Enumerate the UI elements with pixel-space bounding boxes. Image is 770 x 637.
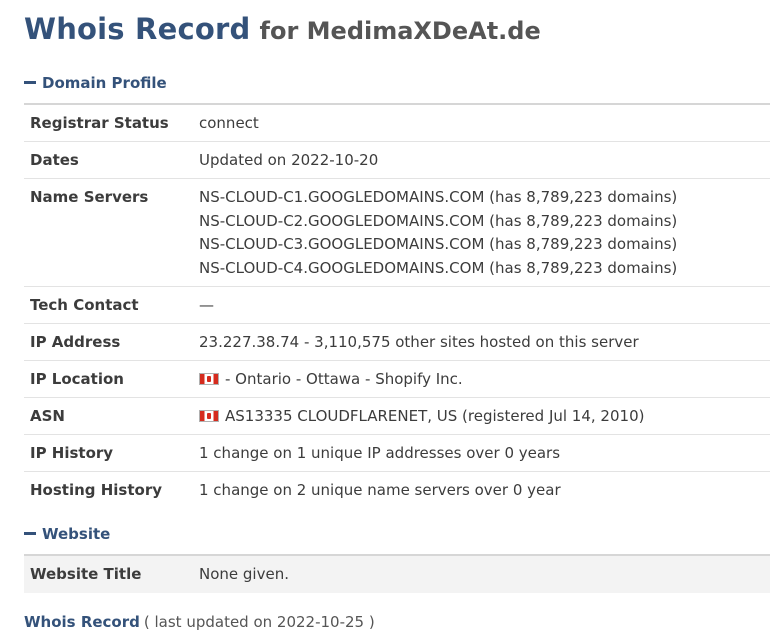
- row-label: Registrar Status: [30, 114, 169, 132]
- name-server-item: NS-CLOUD-C2.GOOGLEDOMAINS.COM (has 8,789…: [199, 211, 678, 230]
- last-updated-note: ( last updated on 2022-10-25 ): [143, 613, 375, 631]
- ip-address-value: 23.227.38.74 - 3,110,575 other sites hos…: [199, 333, 639, 351]
- ip-location-text: - Ontario - Ottawa - Shopify Inc.: [225, 370, 463, 388]
- row-ip-address: IP Address 23.227.38.74 - 3,110,575 othe…: [24, 324, 770, 361]
- ip-history-value: 1 change on 1 unique IP addresses over 0…: [199, 444, 561, 462]
- row-label: IP History: [30, 444, 114, 462]
- hosting-history-value: 1 change on 2 unique name servers over 0…: [199, 481, 561, 499]
- row-label: IP Address: [30, 333, 121, 351]
- page-title-domain: for MedimaXDeAt.de: [259, 17, 541, 45]
- page-title: Whois Record for MedimaXDeAt.de: [24, 12, 541, 46]
- row-registrar-status: Registrar Status connect: [24, 105, 770, 142]
- website-toggle[interactable]: Website: [24, 525, 110, 543]
- registrar-status-value: connect: [199, 114, 259, 132]
- website-heading: Website: [42, 525, 111, 543]
- row-dates: Dates Updated on 2022-10-20: [24, 142, 770, 179]
- domain-profile-table: Registrar Status connect Dates Updated o…: [24, 103, 770, 508]
- row-tech-contact: Tech Contact —: [24, 287, 770, 324]
- collapse-icon: [24, 532, 36, 535]
- row-label: IP Location: [30, 370, 124, 388]
- name-servers-list: NS-CLOUD-C1.GOOGLEDOMAINS.COM (has 8,789…: [199, 186, 677, 280]
- row-ip-location: IP Location - Ontario - Ottawa - Shopify…: [24, 361, 770, 398]
- asn-text: AS13335 CLOUDFLARENET, US (registered Ju…: [225, 407, 645, 425]
- domain-profile-toggle[interactable]: Domain Profile: [24, 74, 167, 92]
- row-website-title: Website Title None given.: [24, 556, 770, 593]
- collapse-icon: [24, 81, 36, 84]
- row-name-servers: Name Servers NS-CLOUD-C1.GOOGLEDOMAINS.C…: [24, 179, 770, 287]
- website-table: Website Title None given.: [24, 554, 770, 593]
- row-label: Website Title: [30, 565, 142, 583]
- name-server-item: NS-CLOUD-C4.GOOGLEDOMAINS.COM (has 8,789…: [199, 258, 678, 277]
- row-label: Hosting History: [30, 481, 163, 499]
- footer: Whois Record( last updated on 2022-10-25…: [24, 613, 375, 631]
- row-asn: ASN AS13335 CLOUDFLARENET, US (registere…: [24, 398, 770, 435]
- name-server-item: NS-CLOUD-C1.GOOGLEDOMAINS.COM (has 8,789…: [199, 188, 678, 206]
- row-hosting-history: Hosting History 1 change on 2 unique nam…: [24, 472, 770, 508]
- ip-location-value: - Ontario - Ottawa - Shopify Inc.: [199, 368, 463, 392]
- whois-record-link[interactable]: Whois Record: [24, 613, 140, 631]
- website-title-value: None given.: [199, 565, 289, 583]
- row-ip-history: IP History 1 change on 1 unique IP addre…: [24, 435, 770, 472]
- row-label: Tech Contact: [30, 296, 139, 314]
- row-label: ASN: [30, 407, 65, 425]
- name-server-item: NS-CLOUD-C3.GOOGLEDOMAINS.COM (has 8,789…: [199, 235, 678, 253]
- tech-contact-value: —: [199, 296, 214, 314]
- dates-value: Updated on 2022-10-20: [199, 151, 379, 169]
- page-title-main: Whois Record: [24, 12, 251, 46]
- canada-flag-icon: [199, 373, 219, 385]
- asn-value: AS13335 CLOUDFLARENET, US (registered Ju…: [199, 405, 644, 429]
- row-label: Dates: [30, 151, 79, 169]
- row-label: Name Servers: [30, 188, 149, 206]
- domain-profile-heading: Domain Profile: [42, 74, 167, 92]
- canada-flag-icon: [199, 410, 219, 422]
